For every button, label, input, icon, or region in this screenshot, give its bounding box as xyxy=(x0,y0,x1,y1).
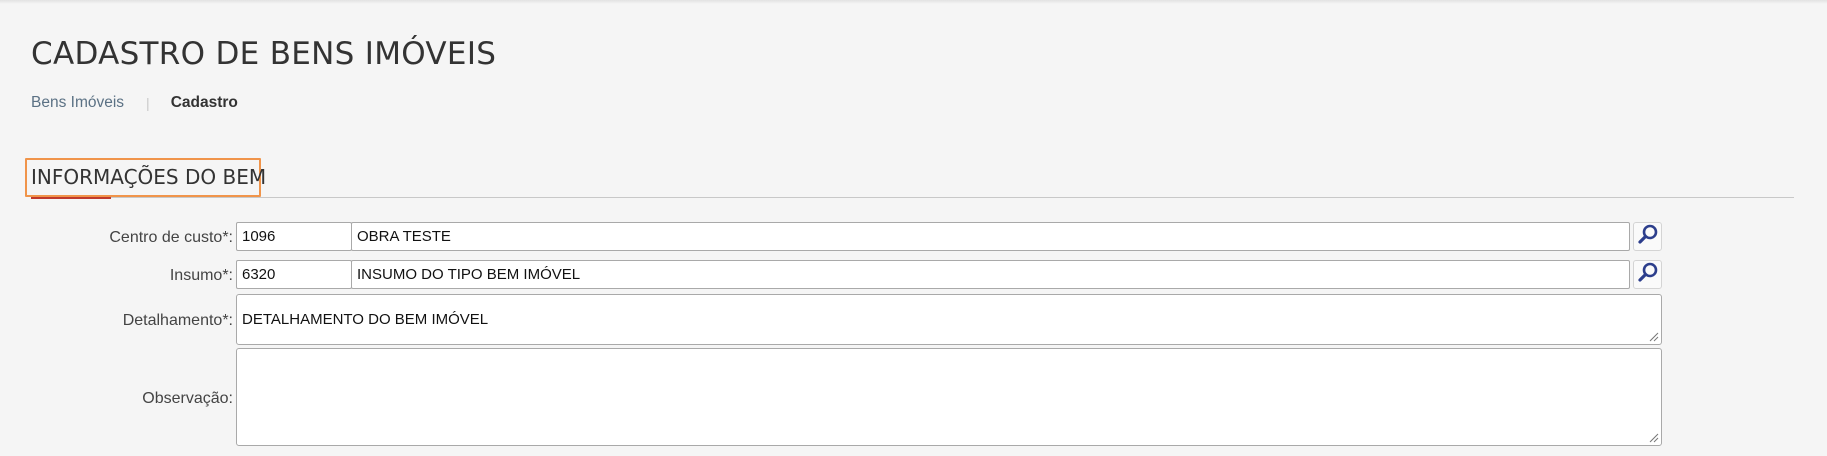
insumo-code-input[interactable]: 6320 xyxy=(236,260,352,289)
resize-grip-icon[interactable] xyxy=(1649,433,1659,443)
search-icon xyxy=(1637,223,1659,250)
detalhamento-textarea[interactable]: DETALHAMENTO DO BEM IMÓVEL xyxy=(236,294,1662,345)
detalhamento-label: Detalhamento*: xyxy=(122,312,233,329)
breadcrumb-link-bens-imoveis[interactable]: Bens Imóveis xyxy=(31,94,124,112)
centro-custo-description-input[interactable]: OBRA TESTE xyxy=(351,222,1630,251)
insumo-label: Insumo*: xyxy=(169,267,233,284)
centro-custo-code-input[interactable]: 1096 xyxy=(236,222,352,251)
detalhamento-text: DETALHAMENTO DO BEM IMÓVEL xyxy=(242,311,489,328)
section-title: INFORMAÇÕES DO BEM xyxy=(31,165,267,189)
observacao-label: Observação: xyxy=(142,390,233,407)
search-icon xyxy=(1637,261,1659,288)
observacao-textarea[interactable] xyxy=(236,348,1662,446)
section-divider xyxy=(31,197,1794,198)
centro-custo-search-button[interactable] xyxy=(1633,222,1662,251)
breadcrumb-separator: | xyxy=(146,95,150,111)
insumo-description-input[interactable]: INSUMO DO TIPO BEM IMÓVEL xyxy=(351,260,1630,289)
top-shadow xyxy=(0,0,1827,4)
insumo-search-button[interactable] xyxy=(1633,260,1662,289)
breadcrumb: Bens Imóveis | Cadastro xyxy=(31,94,238,112)
resize-grip-icon[interactable] xyxy=(1649,332,1659,342)
centro-custo-label: Centro de custo*: xyxy=(109,229,233,246)
section-title-underline xyxy=(31,197,111,199)
page-title: CADASTRO DE BENS IMÓVEIS xyxy=(31,36,497,72)
breadcrumb-current: Cadastro xyxy=(170,94,238,111)
